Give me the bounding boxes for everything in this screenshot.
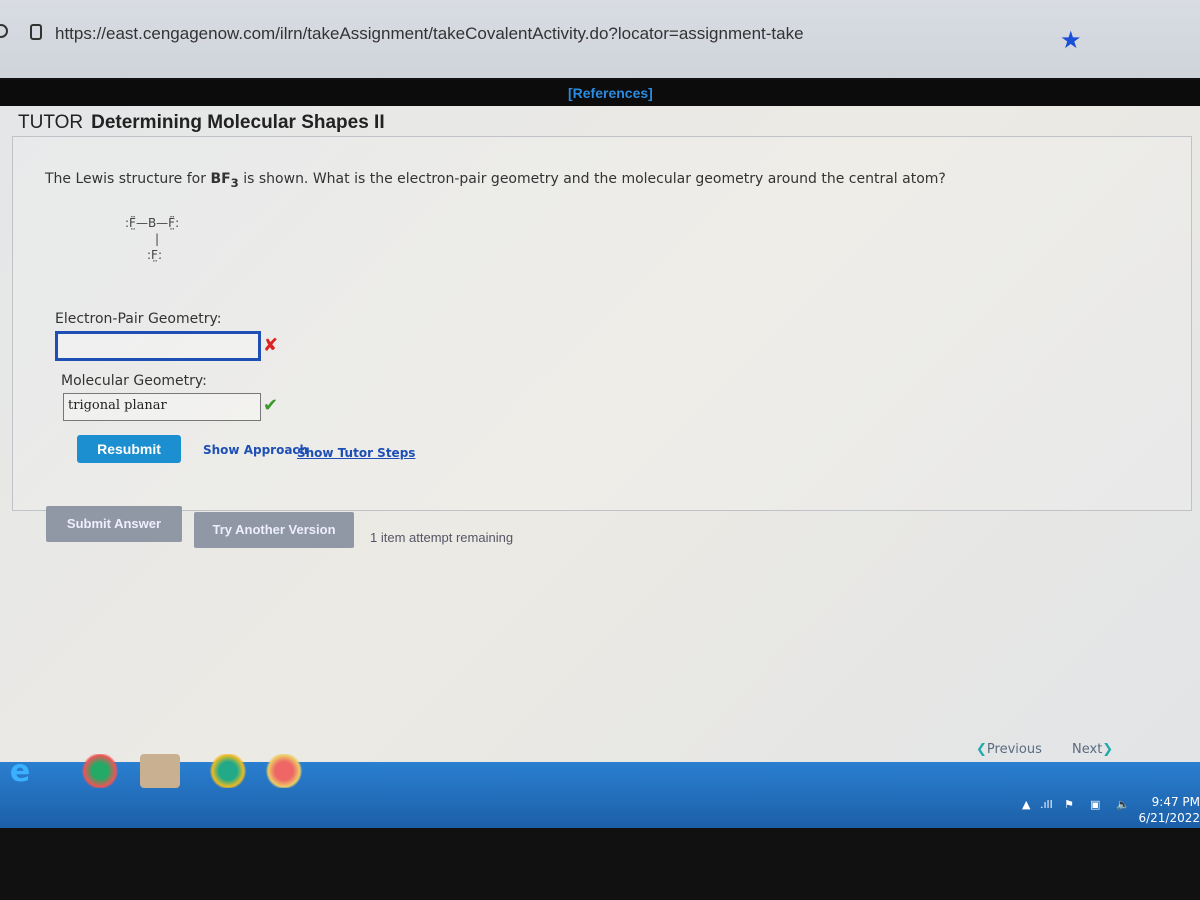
browser-address-bar: https://east.cengagenow.com/ilrn/takeAss… bbox=[0, 0, 1200, 78]
q-prefix: The Lewis structure for bbox=[45, 171, 211, 187]
flag-icon[interactable]: ⚑ bbox=[1064, 798, 1074, 811]
page-title: TUTOR Determining Molecular Shapes II bbox=[18, 112, 385, 134]
lewis-line1: :F̤̈—B—F̤̈: bbox=[125, 216, 180, 230]
submit-answer-button[interactable]: Submit Answer bbox=[46, 506, 182, 542]
internet-explorer-icon[interactable]: e bbox=[0, 754, 40, 789]
refresh-icon[interactable] bbox=[0, 24, 8, 38]
previous-label: Previous bbox=[986, 742, 1042, 757]
references-link[interactable]: [References] bbox=[568, 84, 653, 102]
volume-icon[interactable]: 🔈 bbox=[1116, 798, 1130, 811]
resubmit-button[interactable]: Resubmit bbox=[77, 435, 181, 463]
title-text: Determining Molecular Shapes II bbox=[91, 112, 385, 133]
assignment-page: TUTOR Determining Molecular Shapes II The… bbox=[0, 106, 1200, 762]
url-field[interactable]: https://east.cengagenow.com/ilrn/takeAss… bbox=[55, 24, 804, 44]
q-formula: BF bbox=[210, 171, 231, 187]
paint-icon[interactable] bbox=[140, 754, 180, 788]
date: 6/21/2022 bbox=[1138, 811, 1200, 825]
show-tutor-steps-link[interactable]: Show Tutor Steps bbox=[297, 446, 415, 460]
molecular-geometry-input[interactable]: trigonal planar bbox=[63, 393, 261, 421]
time: 9:47 PM bbox=[1151, 795, 1200, 809]
q-subscript: 3 bbox=[230, 175, 239, 190]
next-label: Next bbox=[1072, 742, 1103, 757]
correct-check-icon: ✔ bbox=[263, 395, 279, 416]
favorite-star-icon[interactable]: ★ bbox=[1060, 26, 1082, 54]
network-icon[interactable]: ▣ bbox=[1090, 798, 1100, 811]
molecular-geometry-label: Molecular Geometry: bbox=[61, 373, 207, 389]
lewis-structure: :F̤̈—B—F̤̈: | :F̤: bbox=[125, 215, 179, 263]
electron-pair-label: Electron-Pair Geometry: bbox=[55, 311, 222, 327]
previous-link[interactable]: ❮Previous bbox=[976, 742, 1042, 758]
question-panel: The Lewis structure for BF3 is shown. Wh… bbox=[12, 136, 1192, 511]
show-hidden-icons[interactable]: ▲ bbox=[1022, 798, 1030, 811]
lewis-line3: :F̤: bbox=[147, 248, 162, 262]
media-app-icon[interactable] bbox=[80, 754, 120, 788]
attempts-remaining: 1 item attempt remaining bbox=[370, 530, 514, 545]
next-link[interactable]: Next❯ bbox=[1072, 742, 1113, 758]
question-text: The Lewis structure for BF3 is shown. Wh… bbox=[45, 171, 946, 190]
signal-icon[interactable]: .ıll bbox=[1040, 798, 1053, 811]
tutor-label: TUTOR bbox=[18, 112, 84, 133]
try-another-version-button[interactable]: Try Another Version bbox=[194, 512, 354, 548]
references-bar: [References] bbox=[0, 80, 1200, 106]
lock-icon bbox=[30, 24, 42, 40]
electron-pair-input[interactable] bbox=[55, 331, 261, 361]
clock[interactable]: 9:47 PM 6/21/2022 bbox=[1138, 794, 1200, 826]
show-approach-link[interactable]: Show Approach bbox=[203, 443, 308, 457]
q-suffix: is shown. What is the electron-pair geom… bbox=[238, 171, 946, 187]
incorrect-x-icon: ✘ bbox=[263, 335, 279, 356]
lewis-line2: | bbox=[155, 232, 160, 246]
firefox-icon[interactable] bbox=[264, 754, 304, 788]
chrome-icon[interactable] bbox=[208, 754, 248, 788]
taskbar: e ▲ .ıll ⚑ ▣ 🔈 9:47 PM 6/21/2022 bbox=[0, 754, 1200, 828]
